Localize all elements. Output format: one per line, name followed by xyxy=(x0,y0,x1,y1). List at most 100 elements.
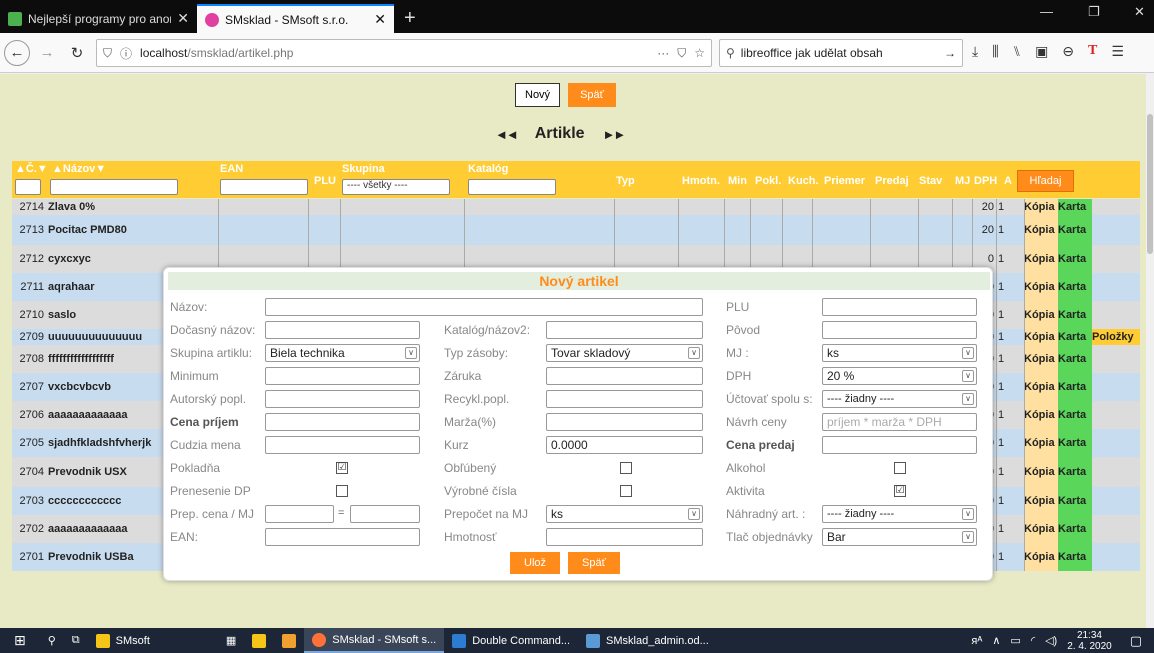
search-go-icon[interactable]: → xyxy=(944,46,956,60)
info-icon[interactable]: ⓘ xyxy=(120,45,132,62)
cell-kopia[interactable]: Kópia xyxy=(1024,487,1058,515)
page-actions-icon[interactable]: ··· xyxy=(657,46,669,60)
library-icon[interactable]: ⫼ xyxy=(992,43,998,60)
typ-zasoby-select[interactable]: Tovar skladový ∨ xyxy=(546,344,703,362)
dph-select[interactable]: 20 % ∨ xyxy=(822,367,977,385)
cell-kopia[interactable]: Kópia xyxy=(1024,457,1058,487)
pokladna-checkbox[interactable]: ☑ xyxy=(336,462,348,474)
tlac-objednavky-select[interactable]: Bar ∨ xyxy=(822,528,977,546)
search-taskbar-icon[interactable]: ⚲ xyxy=(40,628,64,653)
show-hidden-icon[interactable]: ∧ xyxy=(992,634,1000,647)
close-window-icon[interactable]: ✕ xyxy=(1134,4,1145,20)
new-tab-icon[interactable]: + xyxy=(394,4,426,33)
cell-karta[interactable]: Karta xyxy=(1058,329,1092,345)
marza-input[interactable] xyxy=(546,413,703,431)
oblubeny-checkbox[interactable] xyxy=(620,462,632,474)
search-input[interactable]: libreoffice jak udělat obsah xyxy=(741,46,938,60)
new-button[interactable]: Nový xyxy=(515,83,561,107)
aktivita-checkbox[interactable]: ☑ xyxy=(894,485,906,497)
page-scrollbar[interactable] xyxy=(1146,74,1154,628)
prev-page-icon[interactable]: ◄◄ xyxy=(495,127,519,142)
back-button[interactable]: Späť xyxy=(568,83,616,107)
zaruka-input[interactable] xyxy=(546,367,703,385)
header-nazov[interactable]: ▲Názov▼ xyxy=(52,163,106,175)
people-icon[interactable]: ᴙᴬ xyxy=(971,635,982,647)
filter-ean-input[interactable] xyxy=(220,179,308,195)
ean-input[interactable] xyxy=(265,528,420,546)
start-windows-icon[interactable]: ⊞ xyxy=(0,628,40,653)
app-green-icon[interactable] xyxy=(244,628,274,653)
cell-karta[interactable]: Karta xyxy=(1058,487,1092,515)
plu-input[interactable] xyxy=(822,298,977,316)
reload-icon[interactable]: ↻ xyxy=(64,40,90,66)
cell-kopia[interactable]: Kópia xyxy=(1024,429,1058,457)
cell-kopia[interactable]: Kópia xyxy=(1024,301,1058,329)
cell-kopia[interactable]: Kópia xyxy=(1024,345,1058,373)
cell-karta[interactable]: Karta xyxy=(1058,245,1092,273)
header-cislo[interactable]: ▲Č.▼ xyxy=(15,163,48,175)
network-icon[interactable]: ▭ xyxy=(1010,634,1020,647)
cell-kopia[interactable]: Kópia xyxy=(1024,245,1058,273)
prep-cena-mj-input[interactable] xyxy=(350,505,420,523)
prepocet-na-mj-select[interactable]: ks ∨ xyxy=(546,505,703,523)
account-icon[interactable]: ⊖ xyxy=(1062,43,1074,60)
table-row[interactable]: 2714 Zlava 0% 20 1 Kópia Karta xyxy=(12,199,1140,215)
cena-predaj-input[interactable] xyxy=(822,436,977,454)
recykl-popl-input[interactable] xyxy=(546,390,703,408)
filter-cislo-input[interactable] xyxy=(15,179,41,195)
extension-t-icon[interactable]: T xyxy=(1088,43,1097,60)
autorsky-popl-input[interactable] xyxy=(265,390,420,408)
back-icon[interactable]: ← xyxy=(4,39,30,66)
taskbar-item-double-commander[interactable]: Double Command... xyxy=(444,628,578,653)
menu-icon[interactable]: ☰ xyxy=(1111,43,1124,60)
shield-icon[interactable]: ⛉ xyxy=(103,46,112,61)
sidebar-icon[interactable]: ▣ xyxy=(1035,43,1048,60)
bookmark-star-icon[interactable]: ☆ xyxy=(694,46,705,60)
cell-karta[interactable]: Karta xyxy=(1058,273,1092,301)
search-bar[interactable]: ⚲ libreoffice jak udělat obsah → xyxy=(719,39,963,67)
clock[interactable]: 21:34 2. 4. 2020 xyxy=(1067,630,1111,652)
povod-input[interactable] xyxy=(822,321,977,339)
cell-karta[interactable]: Karta xyxy=(1058,457,1092,487)
taskbar-item-firefox[interactable]: SMsklad - SMsoft s... xyxy=(304,628,445,653)
app-outlook-icon[interactable] xyxy=(274,628,304,653)
minimum-input[interactable] xyxy=(265,367,420,385)
uctovat-spolu-select[interactable]: ---- žiadny ---- ∨ xyxy=(822,390,977,408)
restore-icon[interactable]: ❐ xyxy=(1088,4,1100,20)
cell-kopia[interactable]: Kópia xyxy=(1024,199,1058,215)
cell-karta[interactable]: Karta xyxy=(1058,373,1092,401)
close-tab-icon[interactable]: ✕ xyxy=(374,11,386,28)
close-tab-icon[interactable]: ✕ xyxy=(177,10,189,27)
find-button[interactable]: Hľadaj xyxy=(1017,170,1074,192)
hmotnost-input[interactable] xyxy=(546,528,703,546)
save-button[interactable]: Ulož xyxy=(510,552,561,574)
cell-karta[interactable]: Karta xyxy=(1058,199,1092,215)
cell-kopia[interactable]: Kópia xyxy=(1024,273,1058,301)
kurz-input[interactable]: 0.0000 xyxy=(546,436,703,454)
cena-prijem-input[interactable] xyxy=(265,413,420,431)
alkohol-checkbox[interactable] xyxy=(894,462,906,474)
browser-tab-1[interactable]: Nejlepší programy pro anonym ✕ xyxy=(0,4,197,33)
notifications-icon[interactable]: ▢ xyxy=(1130,633,1142,649)
pocket-icon[interactable]: ⛉ xyxy=(677,46,686,61)
url-bar[interactable]: ⛉ ⓘ localhost/smsklad/artikel.php ··· ⛉ … xyxy=(96,39,712,67)
bookshelf-icon[interactable]: ⑊ xyxy=(1013,43,1021,60)
cell-karta[interactable]: Karta xyxy=(1058,515,1092,543)
filter-katalog-input[interactable] xyxy=(468,179,556,195)
cell-kopia[interactable]: Kópia xyxy=(1024,401,1058,429)
cell-kopia[interactable]: Kópia xyxy=(1024,215,1058,245)
cell-karta[interactable]: Karta xyxy=(1058,301,1092,329)
navrh-ceny-input[interactable]: príjem * marža * DPH xyxy=(822,413,977,431)
cell-kopia[interactable]: Kópia xyxy=(1024,515,1058,543)
cell-karta[interactable]: Karta xyxy=(1058,429,1092,457)
forward-icon[interactable]: → xyxy=(34,40,60,66)
task-view-icon[interactable]: ⧉ xyxy=(64,628,88,653)
prep-cena-input[interactable] xyxy=(265,505,334,523)
dialog-back-button[interactable]: Späť xyxy=(568,552,620,574)
prenesenie-dp-checkbox[interactable] xyxy=(336,485,348,497)
cell-kopia[interactable]: Kópia xyxy=(1024,543,1058,571)
filter-nazov-input[interactable] xyxy=(50,179,178,195)
next-page-icon[interactable]: ►► xyxy=(603,127,627,142)
browser-tab-2[interactable]: SMsklad - SMsoft s.r.o. ✕ xyxy=(197,4,394,33)
cell-karta[interactable]: Karta xyxy=(1058,543,1092,571)
